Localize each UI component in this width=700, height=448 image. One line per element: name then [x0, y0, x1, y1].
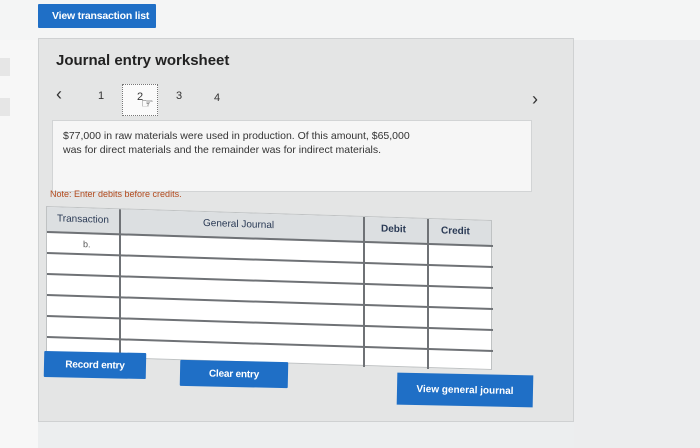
transaction-description: $77,000 in raw materials were used in pr…	[52, 120, 532, 192]
left-sidebar-shade	[0, 40, 38, 448]
tab-1[interactable]: 1	[98, 90, 104, 102]
record-entry-button[interactable]: Record entry	[43, 350, 147, 380]
header-debit: Debit	[381, 223, 406, 236]
sidebar-mark	[0, 58, 10, 76]
column-divider	[427, 218, 429, 370]
view-transaction-list-button[interactable]: View transaction list	[38, 4, 156, 28]
header-transaction: Transaction	[57, 213, 109, 226]
hand-pointer-icon: ☞	[141, 95, 154, 111]
tab-2[interactable]: 2 ☞	[122, 84, 158, 116]
column-divider	[363, 216, 365, 368]
journal-entry-table: Transaction General Journal Debit Credit…	[46, 206, 493, 371]
worksheet-title: Journal entry worksheet	[56, 52, 230, 69]
header-credit: Credit	[441, 225, 470, 238]
tab-4[interactable]: 4	[214, 92, 220, 104]
description-line-2: was for direct materials and the remaind…	[63, 144, 382, 156]
right-background	[574, 40, 700, 448]
transaction-cell: b.	[83, 239, 91, 250]
sidebar-mark	[0, 98, 10, 116]
header-general-journal: General Journal	[203, 217, 275, 232]
clear-entry-button[interactable]: Clear entry	[179, 359, 289, 389]
chevron-left-icon[interactable]: ‹	[56, 85, 62, 103]
tab-3[interactable]: 3	[176, 90, 182, 102]
column-divider	[119, 209, 121, 360]
view-general-journal-button[interactable]: View general journal	[396, 372, 534, 408]
chevron-right-icon[interactable]: ›	[532, 90, 538, 108]
description-line-1: $77,000 in raw materials were used in pr…	[63, 130, 410, 142]
journal-table-grid: Transaction General Journal Debit Credit…	[46, 206, 493, 371]
entry-note: Note: Enter debits before credits.	[50, 189, 182, 199]
